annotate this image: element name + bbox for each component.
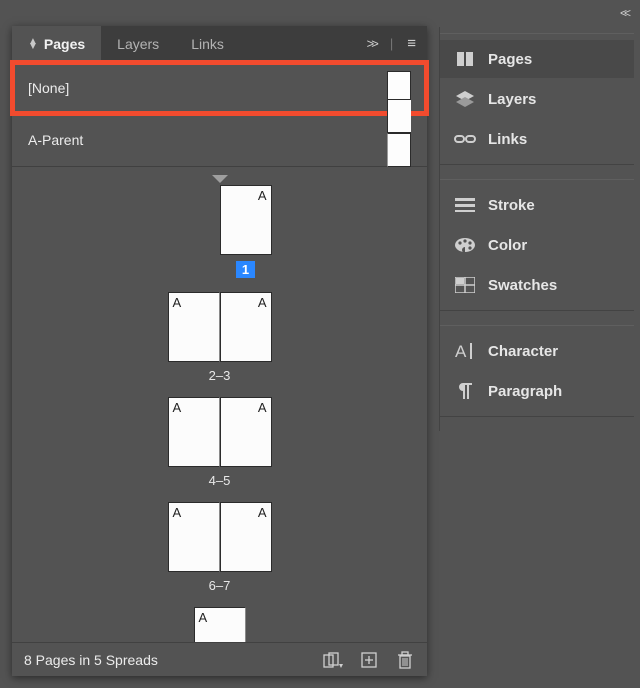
- spread-page-range: 2–3: [209, 368, 231, 383]
- spread-2-3[interactable]: A A 2–3: [168, 292, 272, 383]
- color-icon: [454, 236, 476, 254]
- panel-item-color[interactable]: Color: [440, 226, 634, 264]
- panel-label: Layers: [488, 91, 536, 108]
- panel-dock: Pages Layers Links Stroke Color: [439, 27, 634, 431]
- paragraph-icon: [454, 382, 476, 400]
- spread-page-range: 6–7: [209, 578, 231, 593]
- svg-text:A: A: [455, 342, 467, 360]
- panel-item-links[interactable]: Links: [440, 120, 634, 158]
- delete-page-icon[interactable]: [395, 651, 415, 669]
- panel-label: Paragraph: [488, 383, 562, 400]
- page-thumb[interactable]: A: [220, 502, 272, 572]
- new-page-icon[interactable]: [359, 651, 379, 669]
- pages-icon: [454, 50, 476, 68]
- page-thumb[interactable]: A: [220, 292, 272, 362]
- sort-icon: ▲▼: [28, 39, 38, 49]
- spread-8[interactable]: A 8: [194, 607, 246, 642]
- panel-item-paragraph[interactable]: Paragraph: [440, 372, 634, 410]
- spread-4-5[interactable]: A A 4–5: [168, 397, 272, 488]
- tab-label: Layers: [117, 36, 159, 52]
- panel-item-pages[interactable]: Pages: [440, 40, 634, 78]
- master-pages-section: [None] A-Parent: [12, 62, 427, 167]
- spread-1[interactable]: A 1: [168, 185, 272, 278]
- swatches-icon: [454, 276, 476, 294]
- master-label: [None]: [28, 80, 69, 96]
- master-label: A-Parent: [28, 132, 83, 148]
- master-letter: A: [173, 295, 182, 310]
- footer-status-text: 8 Pages in 5 Spreads: [24, 652, 307, 668]
- panel-group-pages: Pages Layers Links: [440, 33, 634, 165]
- panel-label: Swatches: [488, 277, 557, 294]
- panel-item-swatches[interactable]: Swatches: [440, 266, 634, 304]
- tab-links[interactable]: Links: [175, 26, 240, 61]
- panel-label: Links: [488, 131, 527, 148]
- tab-pages[interactable]: ▲▼ Pages: [12, 26, 101, 61]
- panel-footer: 8 Pages in 5 Spreads: [12, 642, 427, 676]
- panel-item-stroke[interactable]: Stroke: [440, 186, 634, 224]
- collapse-dock-chevrons[interactable]: <<: [620, 6, 628, 20]
- master-letter: A: [258, 295, 267, 310]
- panel-group-color: Stroke Color Swatches: [440, 179, 634, 311]
- panel-tabbar: ▲▼ Pages Layers Links >> | ≡: [12, 26, 427, 62]
- panel-label: Character: [488, 343, 558, 360]
- page-thumb[interactable]: A: [168, 502, 220, 572]
- pipe-divider: |: [390, 36, 393, 51]
- panel-item-character[interactable]: A Character: [440, 332, 634, 370]
- panel-menu-icon[interactable]: ≡: [407, 35, 415, 52]
- more-tabs-chevron[interactable]: >>: [367, 36, 376, 51]
- links-icon: [454, 130, 476, 148]
- master-letter: A: [173, 505, 182, 520]
- panel-label: Stroke: [488, 197, 535, 214]
- page-thumb[interactable]: A: [168, 397, 220, 467]
- layers-icon: [454, 90, 476, 108]
- pages-scroll-area[interactable]: A 1 A A 2–3 A A: [12, 167, 427, 642]
- master-letter: A: [258, 505, 267, 520]
- master-letter: A: [258, 188, 267, 203]
- tab-tools: >> | ≡: [355, 35, 427, 52]
- spread-page-range: 4–5: [209, 473, 231, 488]
- page-thumb[interactable]: A: [194, 607, 246, 642]
- page-thumb[interactable]: A: [220, 397, 272, 467]
- page-size-preset-icon[interactable]: [323, 651, 343, 669]
- page-thumb[interactable]: A: [168, 292, 220, 362]
- master-thumb-spread: [387, 99, 411, 167]
- master-letter: A: [199, 610, 208, 625]
- spread-6-7[interactable]: A A 6–7: [168, 502, 272, 593]
- panel-label: Color: [488, 237, 527, 254]
- page-number-badge: 1: [236, 261, 255, 278]
- character-icon: A: [454, 342, 476, 360]
- master-letter: A: [173, 400, 182, 415]
- master-letter: A: [258, 400, 267, 415]
- master-row-none[interactable]: [None]: [12, 62, 427, 114]
- panel-item-layers[interactable]: Layers: [440, 80, 634, 118]
- stroke-icon: [454, 196, 476, 214]
- panel-group-type: A Character Paragraph: [440, 325, 634, 417]
- pages-panel: ▲▼ Pages Layers Links >> | ≡ [None] A-Pa…: [12, 26, 427, 676]
- master-row-a-parent[interactable]: A-Parent: [12, 114, 427, 166]
- page-thumb[interactable]: A: [220, 185, 272, 255]
- panel-label: Pages: [488, 51, 532, 68]
- tab-label: Links: [191, 36, 224, 52]
- tab-label: Pages: [44, 36, 85, 52]
- tab-layers[interactable]: Layers: [101, 26, 175, 61]
- start-of-document-icon: [212, 175, 228, 183]
